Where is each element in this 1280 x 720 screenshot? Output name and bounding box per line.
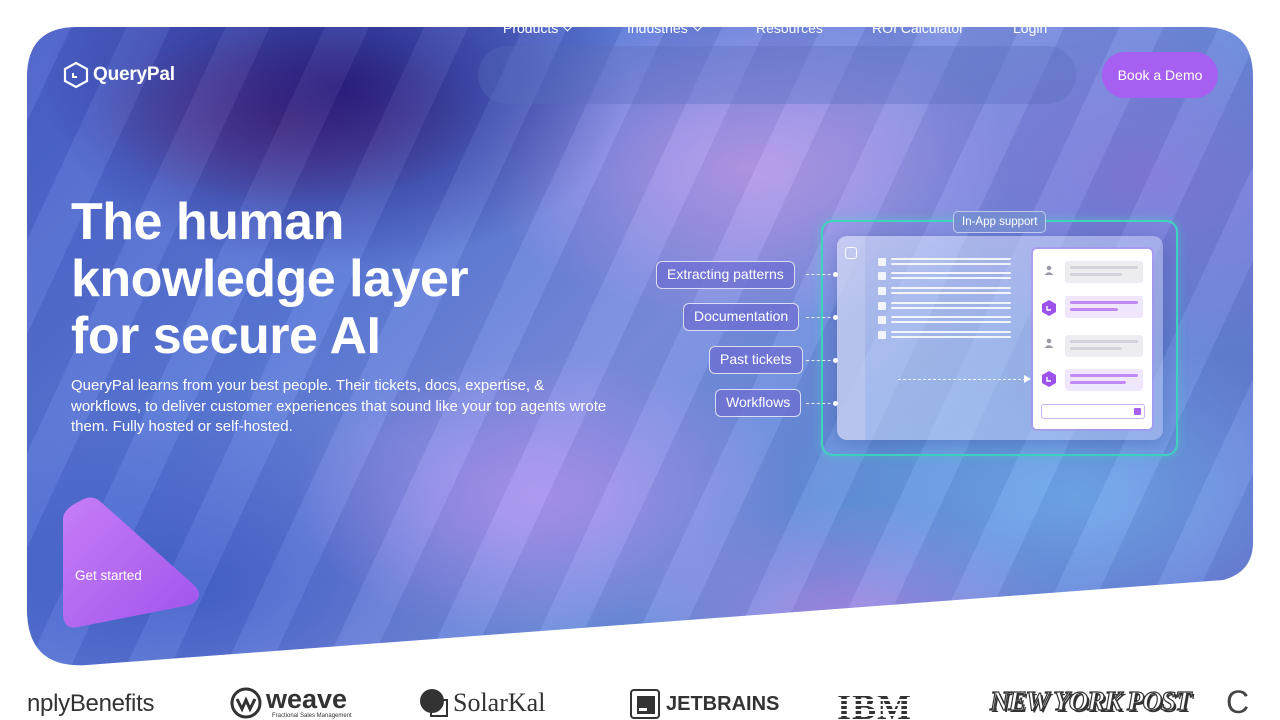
- logo-weave-tagline: Fractional Sales Management: [272, 713, 352, 719]
- nav-resources-label: Resources: [756, 20, 823, 36]
- querypal-logo-icon: [63, 61, 89, 89]
- user-avatar-icon: [1044, 338, 1054, 348]
- chat-panel: [1033, 249, 1152, 429]
- get-started-label[interactable]: Get started: [75, 568, 142, 583]
- logo-jetbrains-text: JETBRAINS: [666, 692, 780, 715]
- connector-line: [806, 360, 836, 361]
- user-message-bubble: [1065, 261, 1143, 283]
- nav-industries-label: Industries: [627, 20, 688, 36]
- connector-dot: [833, 401, 838, 406]
- connector-dot: [833, 272, 838, 277]
- solarkal-icon: [420, 689, 448, 717]
- querypal-bot-icon: [1042, 371, 1056, 387]
- connector-line: [806, 274, 836, 275]
- logo-weave: weave Fractional Sales Management: [230, 686, 352, 719]
- connector-dot: [833, 315, 838, 320]
- chat-input[interactable]: [1041, 404, 1145, 419]
- nav-products[interactable]: Products: [503, 20, 573, 36]
- querypal-bot-icon: [1042, 300, 1056, 316]
- user-message-bubble: [1065, 335, 1143, 357]
- logo-partial-text: C: [1226, 684, 1250, 720]
- tag-extracting-patterns: Extracting patterns: [656, 261, 795, 289]
- nav-roi-calculator-label: ROI Calculator: [872, 20, 964, 36]
- chevron-down-icon: [562, 21, 573, 31]
- send-icon[interactable]: [1134, 408, 1141, 415]
- logo-simplybenefits-text: nplyBenefits: [27, 690, 155, 717]
- tag-past-tickets: Past tickets: [709, 346, 803, 374]
- chevron-down-icon: [692, 21, 703, 31]
- bot-message-bubble: [1065, 296, 1143, 318]
- tag-documentation: Documentation: [683, 303, 800, 331]
- brand-logo[interactable]: QueryPal: [63, 61, 175, 89]
- nav-roi-calculator[interactable]: ROI Calculator: [872, 20, 964, 36]
- tag-workflows: Workflows: [715, 389, 802, 417]
- logo-ibm-text: IBM: [837, 686, 912, 720]
- main-nav: [478, 46, 1076, 104]
- hero-headline: The human knowledge layer for secure AI: [71, 194, 591, 365]
- nav-login-label: Login: [1013, 20, 1048, 36]
- mockup-sidebar: [837, 236, 865, 440]
- response-connector-line: [898, 379, 1026, 380]
- logo-solarkal-text: SolarKal: [453, 688, 546, 717]
- book-demo-button[interactable]: Book a Demo: [1102, 52, 1218, 98]
- logo-solarkal: SolarKal: [419, 688, 545, 718]
- mockup-app-icon: [845, 247, 857, 259]
- in-app-support-label: In-App support: [953, 211, 1047, 233]
- nav-resources[interactable]: Resources: [756, 20, 823, 36]
- logo-ibm: IBM: [837, 686, 912, 720]
- brand-name: QueryPal: [93, 64, 175, 85]
- logo-simplybenefits: nplyBenefits: [27, 690, 154, 718]
- hero-subtext: QueryPal learns from your best people. T…: [71, 377, 607, 435]
- connector-dot: [833, 358, 838, 363]
- logo-weave-text: weave: [266, 684, 348, 714]
- headline-line-1: The human: [71, 193, 344, 251]
- weave-icon: [230, 687, 262, 718]
- jetbrains-icon: [630, 689, 660, 719]
- logo-partial: C: [1226, 684, 1249, 720]
- logo-new-york-post: NEW YORK POST: [989, 685, 1192, 717]
- connector-line: [806, 403, 836, 404]
- customer-logos-strip: nplyBenefits weave Fractional Sales Mana…: [0, 680, 1280, 720]
- bot-message-bubble: [1065, 369, 1143, 391]
- headline-line-2: knowledge layer: [71, 250, 469, 308]
- arrow-right-icon: [1024, 375, 1031, 383]
- nav-login[interactable]: Login: [1013, 20, 1047, 36]
- nav-products-label: Products: [503, 20, 559, 36]
- connector-line: [806, 317, 836, 318]
- nav-industries[interactable]: Industries: [627, 20, 703, 36]
- user-avatar-icon: [1044, 265, 1054, 275]
- logo-new-york-post-text: NEW YORK POST: [989, 685, 1192, 716]
- headline-line-3: for secure AI: [71, 307, 381, 365]
- logo-jetbrains: JETBRAINS: [630, 689, 779, 719]
